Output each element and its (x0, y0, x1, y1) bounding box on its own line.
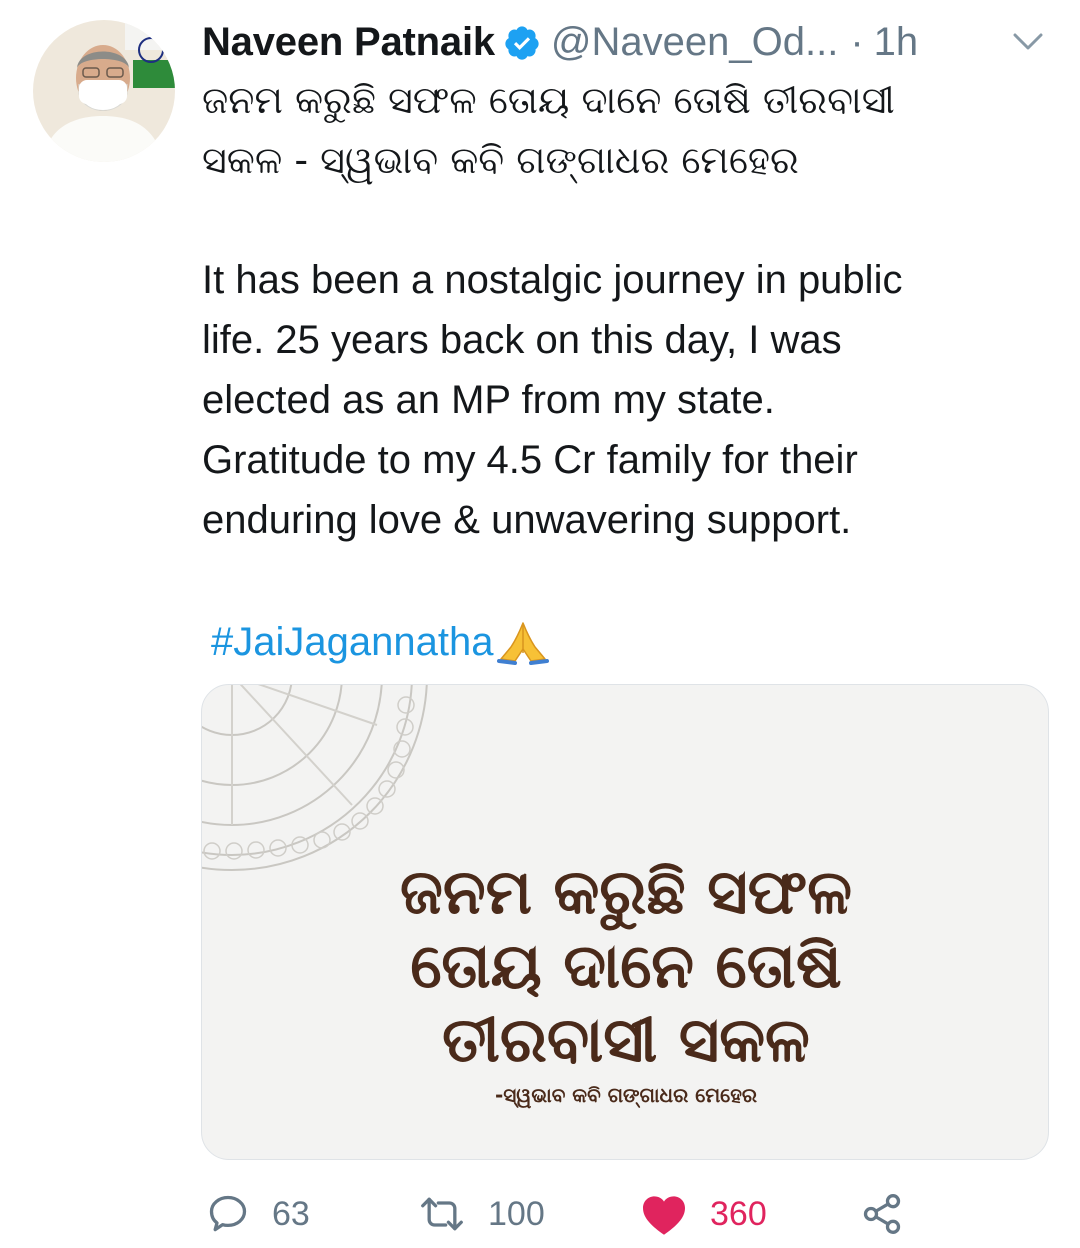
poster-text: ଜନମ କରୁଛି ସଫଳ ତୋୟ ଦାନେ ତୋଷି ତୀରବାସୀ ସକଳ (202, 855, 1048, 1077)
poster-line: ଜନମ କରୁଛି ସଫଳ (400, 855, 852, 928)
heart-icon (643, 1196, 685, 1235)
odia-line: ସକଳ - ସ୍ୱଭାବ କବି ଗଙ୍ଗାଧର ମେହେର (202, 138, 799, 182)
author-handle[interactable]: @Naveen_Od... (551, 20, 838, 65)
poster-line: ତୀରବାସୀ ସକଳ (442, 1003, 810, 1076)
reply-icon (209, 1195, 247, 1232)
avatar[interactable] (33, 20, 175, 162)
share-button[interactable] (860, 1184, 904, 1244)
text-line: Gratitude to my 4.5 Cr family for their (202, 438, 858, 482)
text-line: life. 25 years back on this day, I was (202, 318, 842, 362)
hashtag-row: #JaiJagannatha (211, 614, 551, 670)
reply-button[interactable]: 63 (206, 1184, 310, 1244)
tweet: Naveen Patnaik @Naveen_Od... · 1h ଜନମ କର… (0, 0, 1080, 1248)
poster-line: ତୋୟ ଦାନେ ତୋଷି (410, 929, 842, 1002)
like-count: 360 (710, 1194, 767, 1233)
text-line: elected as an MP from my state. (202, 378, 775, 422)
like-button[interactable]: 360 (640, 1184, 767, 1244)
english-paragraph: It has been a nostalgic journey in publi… (202, 250, 1062, 550)
odia-line: ଜନମ କରୁଛି ସଫଳ ତୋୟ ଦାନେ ତୋଷି ତୀରବାସୀ (202, 78, 895, 122)
reply-count: 63 (272, 1194, 310, 1233)
share-icon (863, 1194, 901, 1234)
tweet-header: Naveen Patnaik @Naveen_Od... · 1h (202, 14, 1052, 70)
poster-attribution: -ସ୍ୱଭାବ କବି ଗଙ୍ଗାଧର ମେହେର (494, 1083, 758, 1107)
retweet-button[interactable]: 100 (418, 1184, 545, 1244)
folded-hands-emoji-icon (495, 619, 551, 665)
header-separator: · (850, 19, 864, 64)
verified-badge-icon (503, 24, 541, 62)
hashtag-link[interactable]: #JaiJagannatha (211, 620, 493, 665)
action-bar: 63 100 360 (200, 1184, 1060, 1244)
text-line: It has been a nostalgic journey in publi… (202, 258, 903, 302)
author-name[interactable]: Naveen Patnaik (202, 20, 495, 65)
chevron-down-icon[interactable] (1012, 32, 1044, 57)
retweet-icon (421, 1197, 463, 1231)
media-image[interactable]: ଜନମ କରୁଛି ସଫଳ ତୋୟ ଦାନେ ତୋଷି ତୀରବାସୀ ସକଳ … (201, 684, 1049, 1160)
tweet-timestamp[interactable]: 1h (874, 20, 919, 65)
retweet-count: 100 (488, 1194, 545, 1233)
text-line: enduring love & unwavering support. (202, 498, 852, 542)
tweet-text: ଜନମ କରୁଛି ସଫଳ ତୋୟ ଦାନେ ତୋଷି ତୀରବାସୀ ସକଳ … (202, 70, 1062, 550)
